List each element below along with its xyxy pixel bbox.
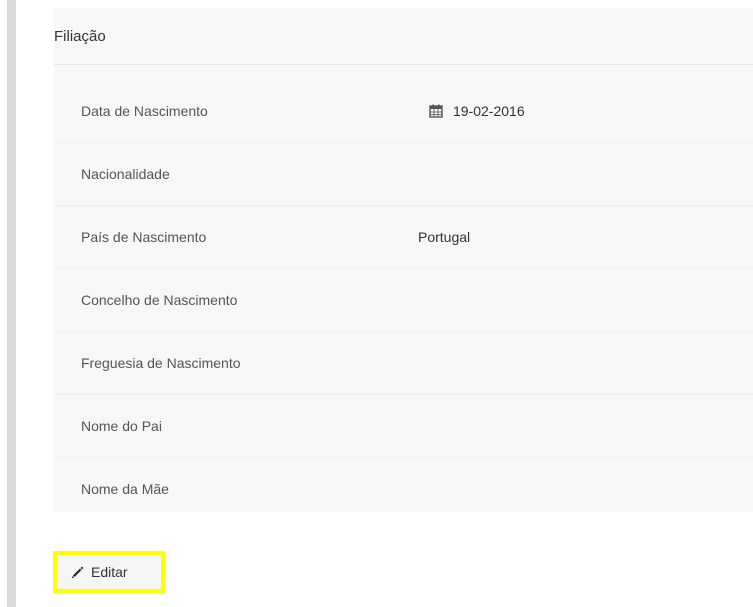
pencil-icon <box>71 566 84 579</box>
calendar-icon <box>429 104 443 118</box>
field-row-freguesia-nascimento: Freguesia de Nascimento <box>54 332 753 395</box>
field-row-data-nascimento: Data de Nascimento 19-02-2016 <box>54 80 753 143</box>
field-value: Portugal <box>418 229 471 245</box>
field-label: Nome da Mãe <box>81 481 169 497</box>
page: Filiação Data de Nascimento 19-02-2016 N… <box>0 0 753 607</box>
field-row-nome-mae: Nome da Mãe <box>54 458 753 520</box>
field-label: Nacionalidade <box>81 166 170 182</box>
field-label: Freguesia de Nascimento <box>81 355 241 371</box>
birth-date-value: 19-02-2016 <box>453 103 525 119</box>
edit-button-highlight: Editar <box>53 551 165 593</box>
section-title: Filiação <box>54 27 106 45</box>
field-label: Data de Nascimento <box>81 103 208 119</box>
field-row-nome-pai: Nome do Pai <box>54 395 753 458</box>
field-label: Nome do Pai <box>81 418 162 434</box>
edit-button[interactable]: Editar <box>61 559 157 585</box>
field-row-concelho-nascimento: Concelho de Nascimento <box>54 269 753 332</box>
panel-header: Filiação <box>54 8 753 65</box>
filiacao-panel: Filiação Data de Nascimento 19-02-2016 N… <box>54 8 753 512</box>
field-value: 19-02-2016 <box>418 103 525 119</box>
field-row-nacionalidade: Nacionalidade <box>54 143 753 206</box>
left-rail <box>7 0 16 607</box>
field-list: Data de Nascimento 19-02-2016 Nacionalid… <box>54 80 753 520</box>
field-label: Concelho de Nascimento <box>81 292 238 308</box>
field-label: País de Nascimento <box>81 229 207 245</box>
field-row-pais-nascimento: País de Nascimento Portugal <box>54 206 753 269</box>
edit-button-label: Editar <box>91 564 128 580</box>
